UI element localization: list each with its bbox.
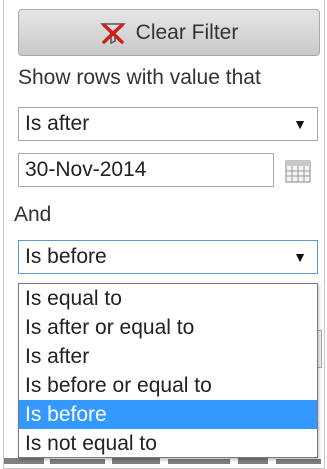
option-is-before-or-equal-to[interactable]: Is before or equal to xyxy=(19,371,317,400)
first-condition-select[interactable]: Is after ▼ xyxy=(18,107,318,141)
show-rows-label: Show rows with value that xyxy=(18,66,261,89)
option-is-not-equal-to[interactable]: Is not equal to xyxy=(19,429,317,458)
option-is-equal-to[interactable]: Is equal to xyxy=(19,284,317,313)
filter-popup-stage: Clear Filter Show rows with value that I… xyxy=(0,0,327,469)
second-condition-value: Is before xyxy=(25,245,107,268)
clear-filter-label: Clear Filter xyxy=(135,20,239,44)
calendar-icon[interactable] xyxy=(285,159,311,183)
date-field[interactable]: 30-Nov-2014 xyxy=(18,153,274,187)
filter-clear-icon xyxy=(99,22,126,44)
clear-filter-button[interactable]: Clear Filter xyxy=(18,9,320,56)
second-condition-select[interactable]: Is before ▼ xyxy=(18,240,318,274)
date-value: 30-Nov-2014 xyxy=(25,158,147,181)
second-condition-arrow-icon: ▼ xyxy=(293,249,307,265)
option-is-before[interactable]: Is before xyxy=(19,400,317,429)
option-is-after-or-equal-to[interactable]: Is after or equal to xyxy=(19,313,317,342)
option-is-after[interactable]: Is after xyxy=(19,342,317,371)
first-condition-value: Is after xyxy=(25,112,90,135)
and-label: And xyxy=(14,203,52,226)
condition-dropdown-list[interactable]: Is equal to Is after or equal to Is afte… xyxy=(18,283,318,458)
first-condition-arrow-icon: ▼ xyxy=(293,116,307,132)
